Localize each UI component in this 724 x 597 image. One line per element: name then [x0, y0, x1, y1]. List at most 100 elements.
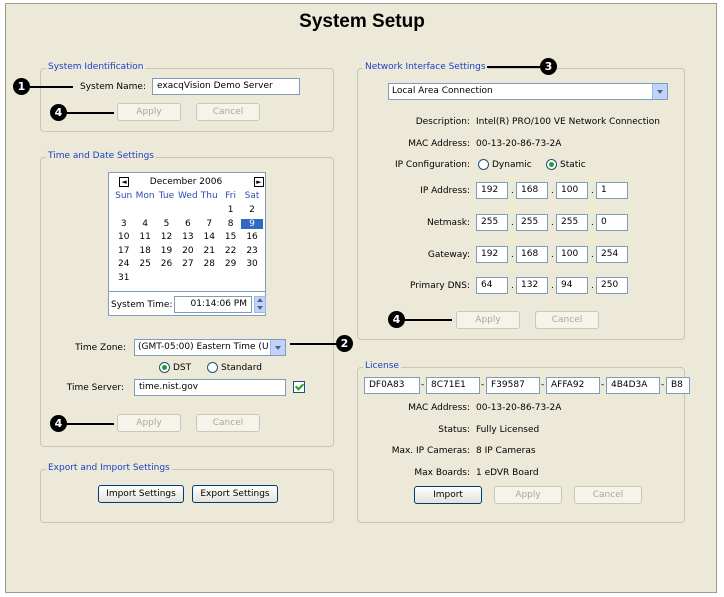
license-cancel-button[interactable]: Cancel [574, 486, 642, 504]
mac-address-label: MAC Address: [408, 139, 470, 149]
calendar-day[interactable]: 14 [199, 232, 220, 242]
callout-line [404, 319, 452, 321]
calendar[interactable]: ◄ December 2006 ► Sun Mon Tue Wed Thu Fr… [108, 172, 266, 316]
calendar-day[interactable]: 13 [177, 232, 198, 242]
license-key-field-5[interactable]: 4B4D3A [606, 377, 660, 394]
netmask-octet-4[interactable]: 0 [596, 214, 628, 231]
ip-address-octet-4[interactable]: 1 [596, 182, 628, 199]
calendar-day[interactable]: 10 [113, 232, 134, 242]
time-server-input[interactable]: time.nist.gov [134, 379, 286, 396]
calendar-day[interactable]: 30 [241, 259, 262, 269]
calendar-day[interactable]: 5 [156, 219, 177, 229]
calendar-day[interactable]: 2 [241, 205, 262, 215]
system-time-spinner[interactable] [254, 296, 266, 313]
license-key-field-4[interactable]: AFFA92 [546, 377, 600, 394]
network-adapter-select[interactable]: Local Area Connection [388, 83, 668, 100]
chevron-down-icon [270, 340, 285, 355]
calendar-day[interactable]: 6 [177, 219, 198, 229]
standard-radio[interactable] [207, 362, 218, 373]
system-time-input[interactable]: 01:14:06 PM [174, 296, 252, 313]
key-separator: - [541, 380, 545, 390]
calendar-day[interactable]: 17 [113, 246, 134, 256]
netmask-octet-2[interactable]: 255 [516, 214, 548, 231]
dst-radio[interactable] [159, 362, 170, 373]
calendar-day[interactable]: 31 [113, 273, 134, 283]
calendar-day[interactable]: 1 [220, 205, 241, 215]
apply-button[interactable]: Apply [117, 103, 181, 121]
static-radio[interactable] [546, 159, 557, 170]
calendar-day[interactable]: 3 [113, 219, 134, 229]
system-name-input[interactable]: exacqVision Demo Server [152, 78, 300, 95]
calendar-day[interactable]: 15 [220, 232, 241, 242]
license-key-field-6[interactable]: B8 [666, 377, 690, 394]
calendar-day[interactable]: 26 [156, 259, 177, 269]
dynamic-radio[interactable] [478, 159, 489, 170]
license-key-field-2[interactable]: 8C71E1 [426, 377, 480, 394]
chevron-down-icon [652, 84, 667, 99]
calendar-day[interactable]: 16 [241, 232, 262, 242]
calendar-day[interactable]: 25 [134, 259, 155, 269]
gateway-octet-1[interactable]: 192 [476, 246, 508, 263]
gateway-octet-3[interactable]: 100 [556, 246, 588, 263]
export-settings-button[interactable]: Export Settings [192, 485, 278, 503]
primary-dns-octet-2[interactable]: 132 [516, 277, 548, 294]
description-label: Description: [415, 117, 470, 127]
cancel-button[interactable]: Cancel [196, 414, 260, 432]
calendar-day[interactable]: 23 [241, 246, 262, 256]
next-month-button[interactable]: ► [254, 177, 264, 187]
primary-dns-octet-3[interactable]: 94 [556, 277, 588, 294]
calendar-day[interactable]: 8 [220, 219, 241, 229]
dynamic-label: Dynamic [492, 160, 532, 170]
cancel-button[interactable]: Cancel [535, 311, 599, 329]
calendar-day[interactable]: 11 [134, 232, 155, 242]
netmask-octet-3[interactable]: 255 [556, 214, 588, 231]
time-server-checkbox[interactable] [293, 381, 305, 393]
calendar-week: 17 18 19 20 21 22 23 [113, 246, 263, 256]
gateway-octet-2[interactable]: 168 [516, 246, 548, 263]
calendar-month-year: December 2006 [149, 177, 223, 187]
calendar-day[interactable]: 20 [177, 246, 198, 256]
import-settings-button[interactable]: Import Settings [98, 485, 184, 503]
octet-separator: . [551, 281, 554, 291]
octet-separator: . [511, 281, 514, 291]
license-import-button[interactable]: Import [414, 486, 482, 504]
calendar-day [220, 273, 241, 283]
calendar-day[interactable]: 18 [134, 246, 155, 256]
calendar-day[interactable]: 7 [199, 219, 220, 229]
apply-button[interactable]: Apply [117, 414, 181, 432]
calendar-day[interactable]: 12 [156, 232, 177, 242]
callout-marker: 1 [13, 78, 30, 95]
callout-line [29, 86, 73, 88]
ip-address-octet-2[interactable]: 168 [516, 182, 548, 199]
license-key-field-1[interactable]: DF0A83 [364, 377, 420, 394]
gateway-octet-4[interactable]: 254 [596, 246, 628, 263]
license-apply-button[interactable]: Apply [494, 486, 562, 504]
day-name: Fri [225, 191, 237, 201]
calendar-day[interactable]: 4 [134, 219, 155, 229]
license-key-field-3[interactable]: F39587 [486, 377, 540, 394]
calendar-day[interactable]: 21 [199, 246, 220, 256]
calendar-day[interactable]: 28 [199, 259, 220, 269]
calendar-day[interactable]: 24 [113, 259, 134, 269]
octet-separator: . [551, 186, 554, 196]
cancel-button[interactable]: Cancel [196, 103, 260, 121]
primary-dns-octet-1[interactable]: 64 [476, 277, 508, 294]
calendar-day[interactable]: 9 [241, 218, 263, 229]
day-name: Tue [158, 191, 175, 201]
apply-button[interactable]: Apply [456, 311, 520, 329]
calendar-day[interactable]: 27 [177, 259, 198, 269]
time-zone-select[interactable]: (GMT-05:00) Eastern Time (U [134, 339, 286, 356]
ip-address-octet-3[interactable]: 100 [556, 182, 588, 199]
license-status-value: Fully Licensed [476, 425, 540, 435]
day-name: Thu [200, 191, 218, 201]
ip-address-octet-1[interactable]: 192 [476, 182, 508, 199]
time-zone-value: (GMT-05:00) Eastern Time (U [138, 342, 269, 352]
calendar-day[interactable]: 19 [156, 246, 177, 256]
calendar-day[interactable]: 22 [220, 246, 241, 256]
calendar-day[interactable]: 29 [220, 259, 241, 269]
primary-dns-octet-4[interactable]: 250 [596, 277, 628, 294]
netmask-octet-1[interactable]: 255 [476, 214, 508, 231]
gateway-label: Gateway: [427, 250, 470, 260]
calendar-day [199, 205, 220, 215]
ip-address-label: IP Address: [420, 186, 470, 196]
